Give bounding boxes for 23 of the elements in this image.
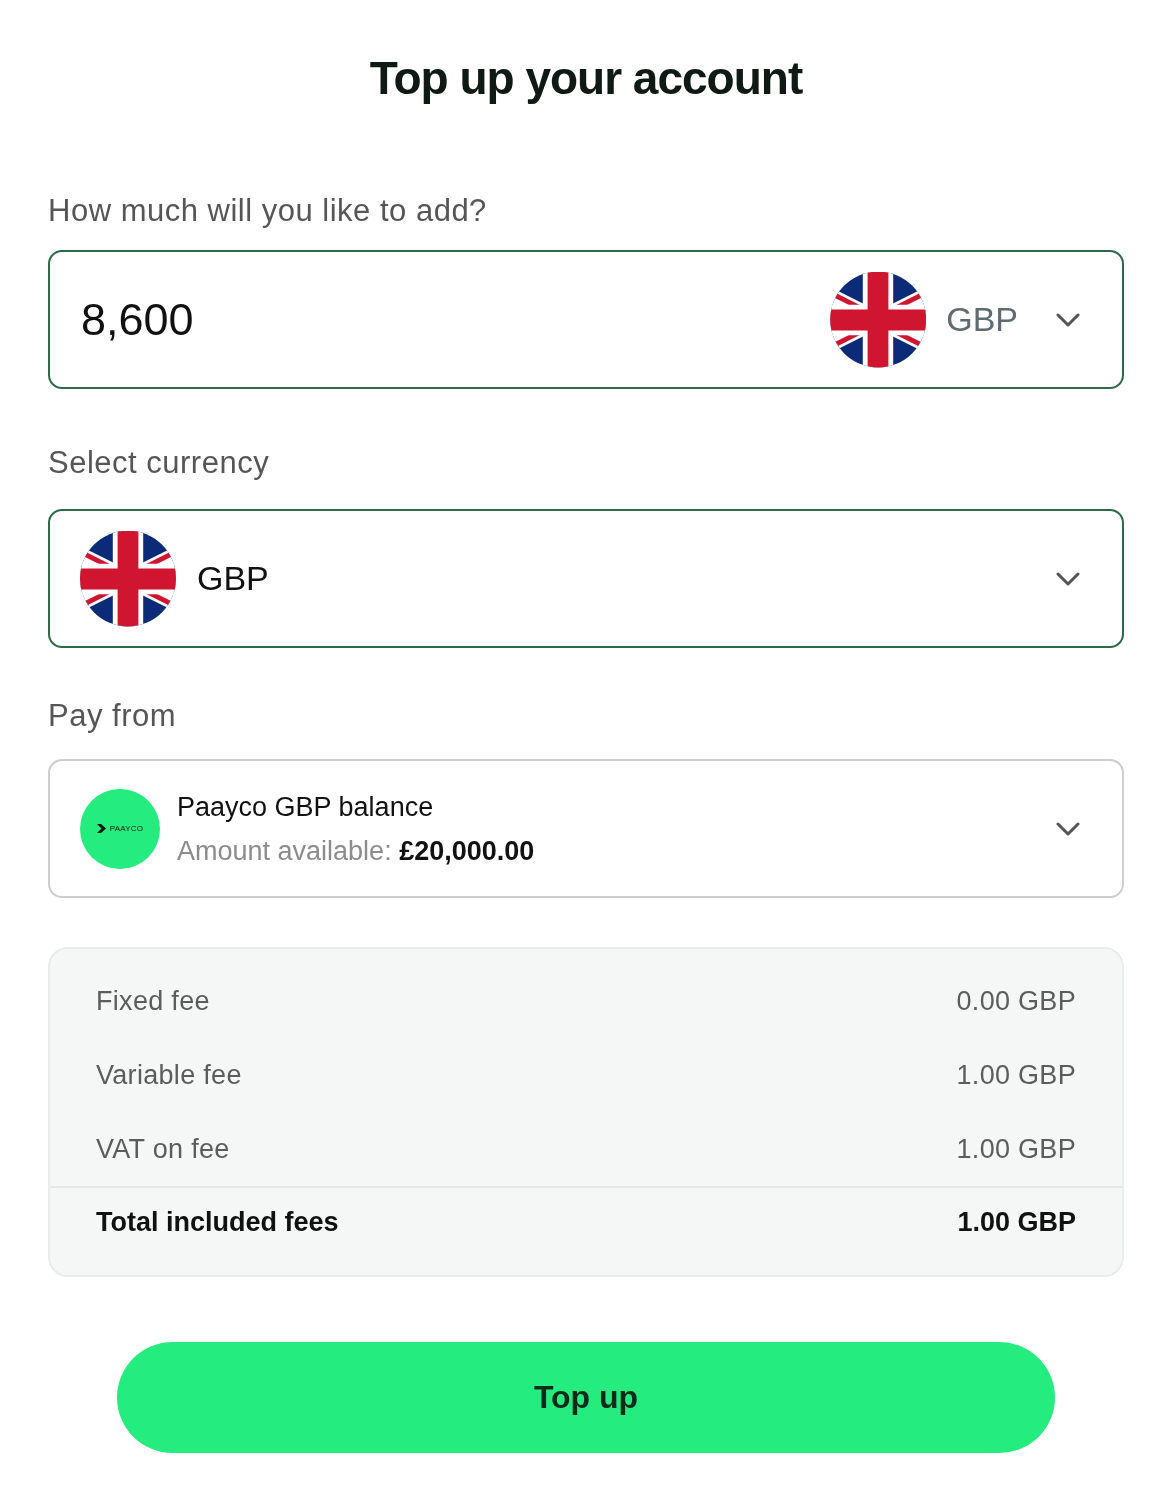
fee-value: 1.00 GBP xyxy=(956,1133,1076,1165)
amount-input[interactable]: 8,600 xyxy=(81,288,831,351)
arrow-mark-icon xyxy=(96,824,106,833)
chevron-down-icon xyxy=(1056,312,1080,327)
fee-label: Variable fee xyxy=(96,1059,242,1091)
fee-label: VAT on fee xyxy=(96,1133,230,1165)
fee-value: 0.00 GBP xyxy=(956,985,1076,1017)
amount-field[interactable]: 8,600 GBP xyxy=(48,250,1124,389)
pay-from-select[interactable]: PAAYCO Paayco GBP balance Amount available: £20,000.00 xyxy=(48,759,1124,898)
pay-from-label: Pay from xyxy=(48,698,177,734)
chevron-down-icon xyxy=(1056,821,1080,836)
chevron-down-icon xyxy=(1056,571,1080,586)
top-up-button[interactable]: Top up xyxy=(117,1342,1055,1453)
fee-value: 1.00 GBP xyxy=(956,1059,1076,1091)
total-label: Total included fees xyxy=(96,1206,339,1238)
logo-text: PAAYCO xyxy=(109,824,144,833)
currency-label: Select currency xyxy=(48,445,270,481)
currency-dropdown[interactable]: GBP xyxy=(830,271,1080,368)
amount-label: How much will you like to add? xyxy=(48,193,487,229)
total-value: 1.00 GBP xyxy=(957,1206,1076,1238)
page-title: Top up your account xyxy=(369,52,803,104)
fee-label: Fixed fee xyxy=(96,985,210,1017)
currency-select[interactable]: GBP xyxy=(48,509,1124,648)
